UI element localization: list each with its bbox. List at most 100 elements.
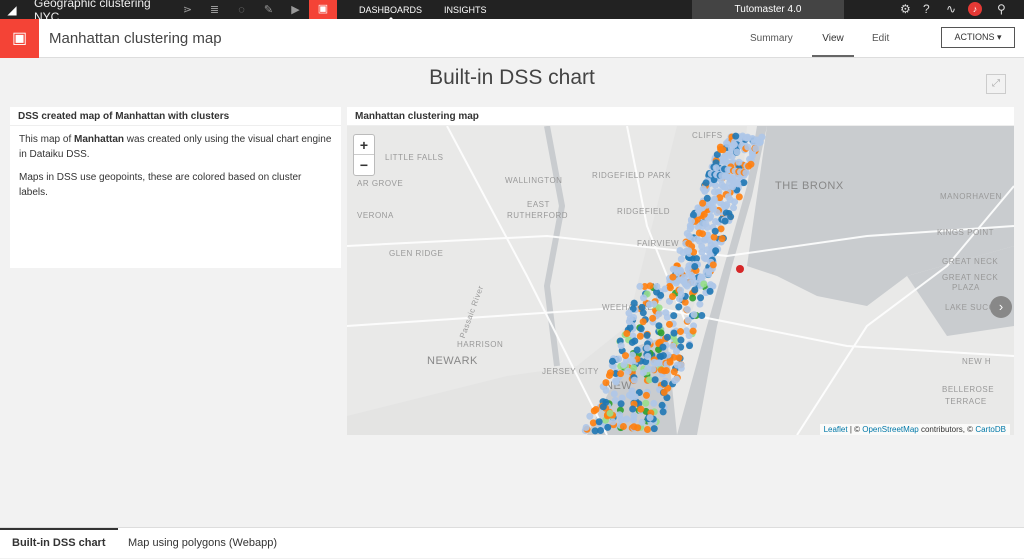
cluster-point[interactable] <box>721 183 729 191</box>
cluster-point[interactable] <box>702 179 710 187</box>
cluster-point[interactable] <box>691 263 699 271</box>
cluster-point[interactable] <box>727 213 735 221</box>
datasets-icon[interactable]: ≣ <box>201 3 228 16</box>
cluster-point[interactable] <box>650 425 658 433</box>
cluster-point[interactable] <box>749 151 757 159</box>
cluster-point[interactable] <box>636 282 644 290</box>
cluster-point[interactable] <box>589 419 597 427</box>
cluster-point[interactable] <box>670 368 678 376</box>
cluster-point[interactable] <box>672 266 680 274</box>
cluster-point[interactable] <box>670 312 678 320</box>
cluster-point[interactable] <box>650 399 658 407</box>
cluster-point[interactable] <box>633 346 641 354</box>
cluster-point[interactable] <box>659 343 667 351</box>
cluster-point[interactable] <box>684 265 692 273</box>
cluster-point[interactable] <box>616 411 624 419</box>
cluster-point[interactable] <box>747 160 755 168</box>
tab-summary[interactable]: Summary <box>750 33 793 44</box>
cluster-point[interactable] <box>658 401 666 409</box>
cluster-point[interactable] <box>710 195 718 203</box>
actions-button[interactable]: ACTIONS ▾ <box>941 27 1015 48</box>
cluster-point[interactable] <box>723 140 731 148</box>
zoom-in-button[interactable]: + <box>354 135 374 155</box>
cluster-point[interactable] <box>610 390 618 398</box>
cluster-point[interactable] <box>630 412 638 420</box>
cluster-point[interactable] <box>660 379 668 387</box>
dss-logo-icon[interactable]: ◢ <box>0 0 24 19</box>
cluster-point[interactable] <box>663 333 671 341</box>
cluster-point[interactable] <box>740 179 748 187</box>
cluster-point[interactable] <box>709 261 717 269</box>
cluster-point[interactable] <box>685 247 693 255</box>
cluster-point[interactable] <box>686 342 694 350</box>
cluster-point[interactable] <box>734 180 742 188</box>
cluster-point[interactable] <box>669 342 677 350</box>
cluster-point[interactable] <box>606 369 614 377</box>
cluster-point[interactable] <box>639 369 647 377</box>
nav-insights[interactable]: INSIGHTS <box>444 5 487 15</box>
cluster-point[interactable] <box>708 205 716 213</box>
cluster-point[interactable] <box>582 424 590 432</box>
cluster-point[interactable] <box>655 359 663 367</box>
notebooks-icon[interactable]: ✎ <box>255 3 282 16</box>
cluster-point[interactable] <box>735 193 743 201</box>
cluster-point[interactable] <box>653 283 661 291</box>
cluster-point[interactable] <box>643 344 651 352</box>
cluster-point[interactable] <box>719 146 727 154</box>
cluster-point[interactable] <box>608 357 616 365</box>
cluster-point[interactable] <box>683 305 691 313</box>
cluster-point[interactable] <box>730 204 738 212</box>
leaflet-map[interactable]: CLIFFS LITTLE FALLS RIDGEFIELD PARK AR GROV… <box>347 126 1014 435</box>
cluster-point[interactable] <box>706 287 714 295</box>
cluster-point[interactable] <box>612 378 620 386</box>
cluster-point[interactable] <box>619 423 627 431</box>
cluster-point[interactable] <box>646 282 654 290</box>
cluster-point[interactable] <box>724 152 732 160</box>
cluster-point[interactable] <box>691 286 699 294</box>
cluster-point[interactable] <box>710 233 718 241</box>
cluster-point[interactable] <box>688 217 696 225</box>
cluster-point[interactable] <box>689 327 697 335</box>
cluster-point[interactable] <box>602 379 610 387</box>
cluster-point[interactable] <box>669 273 677 281</box>
cluster-point[interactable] <box>732 132 740 140</box>
cluster-point[interactable] <box>742 169 750 177</box>
cluster-point[interactable] <box>620 361 628 369</box>
cluster-point[interactable] <box>645 301 653 309</box>
cluster-point[interactable] <box>665 320 673 328</box>
cluster-point[interactable] <box>752 144 760 152</box>
cluster-point[interactable] <box>673 375 681 383</box>
cluster-point[interactable] <box>662 309 670 317</box>
cluster-point[interactable] <box>672 279 680 287</box>
cluster-point[interactable] <box>638 418 646 426</box>
cluster-point[interactable] <box>733 148 741 156</box>
cluster-point[interactable] <box>659 408 667 416</box>
cluster-point[interactable] <box>689 211 697 219</box>
cluster-point[interactable] <box>642 399 650 407</box>
cluster-point[interactable] <box>669 292 677 300</box>
cluster-point[interactable] <box>686 225 694 233</box>
cluster-point[interactable] <box>649 314 657 322</box>
cluster-point[interactable] <box>629 405 637 413</box>
cluster-point[interactable] <box>675 303 683 311</box>
cluster-point[interactable] <box>624 367 632 375</box>
cluster-point[interactable] <box>622 352 630 360</box>
cluster-point[interactable] <box>677 336 685 344</box>
cluster-point[interactable] <box>711 227 719 235</box>
activity-icon[interactable]: ∿ <box>946 2 956 16</box>
cluster-point[interactable] <box>698 311 706 319</box>
cluster-point[interactable] <box>676 328 684 336</box>
cluster-point[interactable] <box>626 315 634 323</box>
cluster-point[interactable] <box>630 299 638 307</box>
cluster-point[interactable] <box>657 329 665 337</box>
cluster-point[interactable] <box>604 423 612 431</box>
cluster-point[interactable] <box>602 386 610 394</box>
cluster-point[interactable] <box>592 406 600 414</box>
gear-icon[interactable]: ⚙ <box>900 2 911 16</box>
cluster-point[interactable] <box>623 329 631 337</box>
cluster-point[interactable] <box>637 405 645 413</box>
cluster-point[interactable] <box>639 309 647 317</box>
cluster-point[interactable] <box>651 376 659 384</box>
cluster-point[interactable] <box>728 174 736 182</box>
dashboard-icon[interactable]: ▣ <box>309 0 337 19</box>
